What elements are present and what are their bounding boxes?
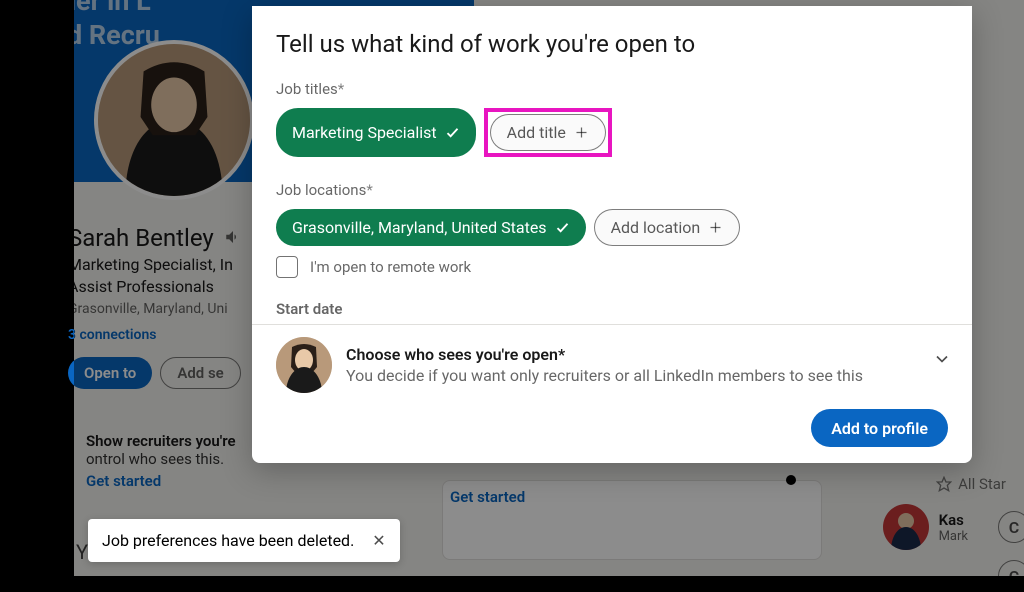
visibility-section[interactable]: Choose who sees you're open* You decide … bbox=[252, 324, 972, 397]
toast-close-icon[interactable]: ✕ bbox=[372, 531, 385, 550]
add-title-button[interactable]: Add title bbox=[490, 114, 606, 151]
modal-heading: Tell us what kind of work you're open to bbox=[276, 30, 948, 58]
chevron-down-icon[interactable] bbox=[932, 349, 952, 373]
plus-icon bbox=[708, 220, 723, 235]
check-icon bbox=[445, 125, 460, 140]
job-title-chip[interactable]: Marketing Specialist bbox=[276, 108, 476, 157]
job-titles-label: Job titles* bbox=[276, 80, 948, 98]
remote-label: I'm open to remote work bbox=[310, 258, 471, 276]
add-to-profile-button[interactable]: Add to profile bbox=[811, 409, 948, 447]
toast: Job preferences have been deleted. ✕ bbox=[88, 519, 400, 562]
toast-text: Job preferences have been deleted. bbox=[102, 531, 354, 550]
add-location-button[interactable]: Add location bbox=[594, 209, 741, 246]
remote-checkbox[interactable] bbox=[276, 256, 298, 278]
start-date-label: Start date bbox=[276, 300, 948, 318]
plus-icon bbox=[574, 125, 589, 140]
open-to-work-modal: Tell us what kind of work you're open to… bbox=[252, 6, 972, 463]
visibility-title: Choose who sees you're open* bbox=[346, 345, 863, 364]
visibility-desc: You decide if you want only recruiters o… bbox=[346, 366, 863, 385]
visibility-avatar bbox=[276, 337, 332, 393]
check-icon bbox=[555, 220, 570, 235]
job-locations-label: Job locations* bbox=[276, 181, 948, 199]
job-location-chip[interactable]: Grasonville, Maryland, United States bbox=[276, 209, 586, 246]
highlight-annotation: Add title bbox=[484, 108, 612, 157]
